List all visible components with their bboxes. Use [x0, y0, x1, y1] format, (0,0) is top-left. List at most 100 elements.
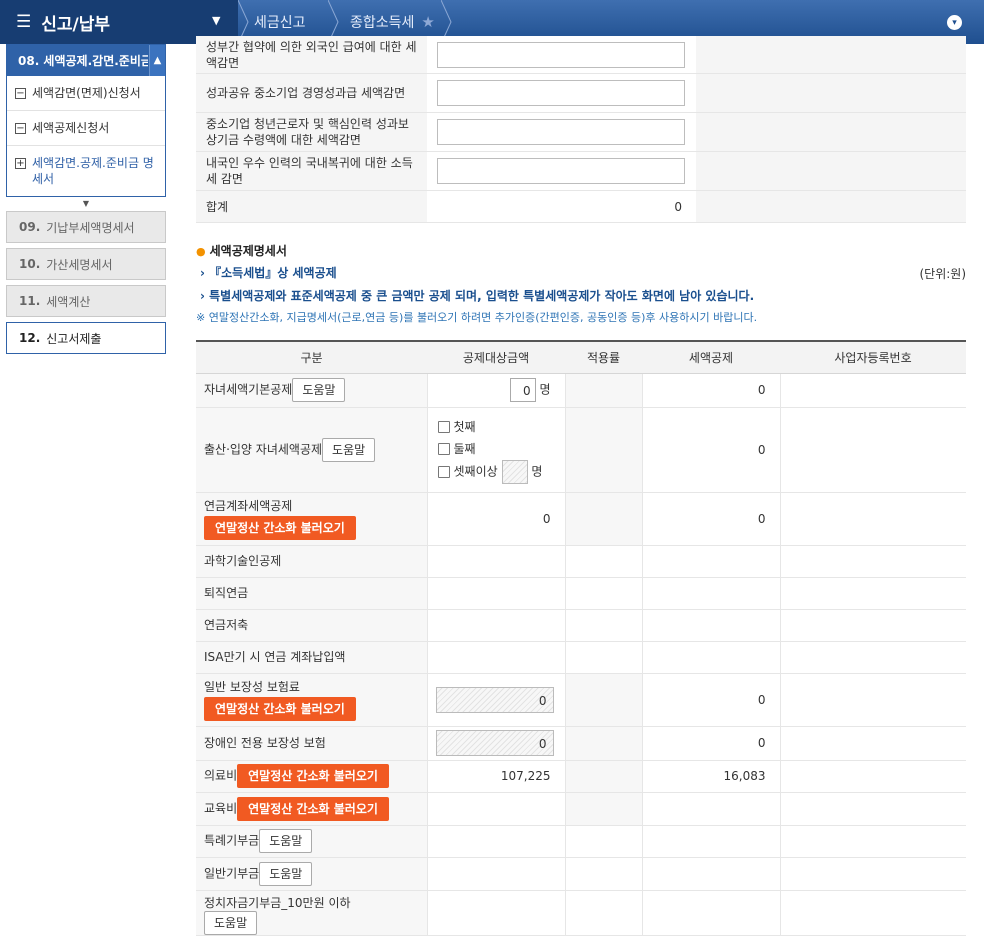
row-label-cell: 특례기부금 도움말	[196, 825, 428, 858]
column-header: 사업자등록번호	[780, 340, 966, 374]
help-button[interactable]: 도움말	[259, 829, 313, 853]
sidebar-step-09[interactable]: 09. 기납부세액명세서	[6, 211, 166, 243]
sidebar-item-tax-reduction-application[interactable]: − 세액감면(면제)신청서	[7, 76, 165, 111]
total-value: 0	[427, 191, 696, 222]
rate-cell	[565, 545, 643, 578]
table-row: 연금계좌세액공제 연말정산 간소화 불러오기 0 0	[196, 492, 966, 546]
third-count-input[interactable]	[501, 459, 528, 484]
checkbox[interactable]	[437, 421, 450, 433]
sidebar: 08. 세액공제.감면.준비금 ▲ − 세액감면(면제)신청서 − 세액공제신청…	[6, 44, 166, 359]
sidebar-step-11[interactable]: 11. 세액계산	[6, 285, 166, 317]
row-label-cell: 교육비 연말정산 간소화 불러오기	[196, 792, 428, 826]
help-button[interactable]: 도움말	[322, 437, 376, 462]
checkbox[interactable]	[437, 443, 450, 455]
child-count-cell: 0 명	[427, 373, 566, 408]
amount-cell	[427, 545, 566, 578]
column-header: 세액공제	[642, 340, 780, 374]
tax-credit-table: 구분 공제대상금액 적용률 세액공제 사업자등록번호 자녀세액기본공제 도움말 0…	[196, 340, 966, 936]
help-button[interactable]: 도움말	[259, 861, 313, 886]
favorite-star-icon[interactable]: ★	[421, 13, 434, 31]
load-yearend-button[interactable]: 연말정산 간소화 불러오기	[204, 696, 356, 721]
child-count-input[interactable]: 0	[509, 378, 536, 402]
section-title-text: 세액공제명세서	[209, 244, 287, 258]
sidebar-step-12[interactable]: 12. 신고서제출	[6, 322, 166, 354]
table-row: 자녀세액기본공제 도움말 0 명 0	[196, 373, 966, 408]
row-label: 정치자금기부금_10만원 이하	[204, 895, 351, 910]
empty-cell	[696, 36, 966, 73]
row-label: 자녀세액기본공제	[204, 382, 293, 397]
row-label-cell: 출산·입양 자녀세액공제 도움말	[196, 407, 428, 493]
load-yearend-button[interactable]: 연말정산 간소화 불러오기	[237, 764, 389, 788]
bizno-cell	[780, 857, 966, 891]
amount-input[interactable]	[437, 80, 685, 106]
reduction-row: 중소기업 청년근로자 및 핵심인력 성과보상기금 수령액에 대한 세액감면	[196, 113, 966, 152]
insurance-amount-input[interactable]: 0	[435, 686, 554, 713]
row-label: 과학기술인공제	[196, 545, 428, 578]
table-row: 정치자금기부금_10만원 이하 도움말	[196, 890, 966, 936]
sidebar-step-10[interactable]: 10. 가산세명세서	[6, 248, 166, 280]
total-label: 합계	[196, 191, 427, 222]
minus-box-icon: −	[15, 123, 26, 134]
amount-input[interactable]	[437, 41, 685, 68]
credit-cell	[642, 792, 781, 826]
total-row: 합계 0	[196, 191, 966, 223]
bizno-cell	[780, 609, 966, 642]
second-child-option[interactable]: 둘째	[437, 438, 557, 460]
income-tax-law-text: 『소득세법』상 세액공제	[209, 266, 337, 280]
sidebar-section-08[interactable]: 08. 세액공제.감면.준비금 ▲	[6, 44, 166, 76]
row-label: 성과공유 중소기업 경영성과급 세액감면	[196, 74, 427, 112]
first-child-option[interactable]: 첫째	[437, 416, 557, 438]
amount-cell	[427, 152, 696, 190]
bizno-cell	[780, 492, 966, 546]
step-label: 세액계산	[46, 294, 91, 309]
step-label: 가산세명세서	[46, 257, 113, 272]
table-row: ISA만기 시 연금 계좌납입액	[196, 641, 966, 674]
orange-bullet-icon: ●	[196, 245, 206, 258]
amount-cell	[427, 74, 696, 112]
row-label: 연금계좌세액공제	[204, 498, 293, 513]
bizno-cell	[780, 373, 966, 408]
third-child-option[interactable]: 셋째이상 명	[437, 459, 557, 484]
rate-cell	[565, 577, 643, 610]
bizno-cell	[780, 545, 966, 578]
load-yearend-button[interactable]: 연말정산 간소화 불러오기	[204, 515, 356, 540]
sidebar-item-tax-credit-application[interactable]: − 세액공제신청서	[7, 111, 165, 146]
disabled-insurance-amount-input[interactable]: 0	[435, 730, 554, 756]
bizno-cell	[780, 825, 966, 858]
row-label: 일반기부금	[204, 866, 260, 880]
help-button[interactable]: 도움말	[292, 378, 346, 402]
checkbox[interactable]	[437, 465, 450, 478]
sidebar-item-label: 세액공제신청서	[32, 121, 110, 135]
row-label: 의료비	[204, 768, 238, 783]
amount-cell	[427, 890, 566, 936]
rate-cell	[565, 825, 643, 858]
amount-input[interactable]	[437, 119, 685, 145]
table-row: 일반기부금 도움말	[196, 857, 966, 891]
amount-cell: 0	[427, 492, 566, 546]
credit-cell: 0	[642, 726, 781, 761]
row-label-cell: 자녀세액기본공제 도움말	[196, 373, 428, 408]
expand-menu-icon[interactable]: ▾	[947, 15, 962, 30]
rate-cell	[565, 890, 643, 936]
row-label-cell: 일반 보장성 보험료연말정산 간소화 불러오기	[196, 673, 428, 727]
row-label: 일반 보장성 보험료	[204, 679, 300, 694]
rate-cell	[565, 726, 643, 761]
special-credit-text: 특별세액공제와 표준세액공제 중 큰 금액만 공제 되며, 입력한 특별세액공제…	[209, 289, 755, 303]
amount-input[interactable]	[437, 158, 685, 184]
step-arrow-icon: ▼	[82, 199, 90, 208]
row-label: 특례기부금	[204, 833, 260, 848]
row-label: 중소기업 청년근로자 및 핵심인력 성과보상기금 수령액에 대한 세액감면	[196, 113, 427, 151]
load-yearend-button[interactable]: 연말정산 간소화 불러오기	[237, 796, 389, 821]
collapse-up-icon[interactable]: ▲	[149, 45, 165, 76]
special-credit-notice: › 특별세액공제와 표준세액공제 중 큰 금액만 공제 되며, 입력한 특별세액…	[200, 287, 754, 304]
help-button[interactable]: 도움말	[204, 910, 258, 935]
empty-cell	[696, 74, 966, 112]
bizno-cell	[780, 407, 966, 493]
row-label: 퇴직연금	[196, 577, 428, 610]
step-number: 11.	[19, 294, 41, 308]
amount-cell	[427, 113, 696, 151]
table-row: 연금저축	[196, 609, 966, 642]
sidebar-item-reduction-statement[interactable]: + 세액감면.공제.준비금 명세서	[7, 146, 165, 196]
option-label: 둘째	[453, 441, 476, 456]
table-row: 특례기부금 도움말	[196, 825, 966, 858]
